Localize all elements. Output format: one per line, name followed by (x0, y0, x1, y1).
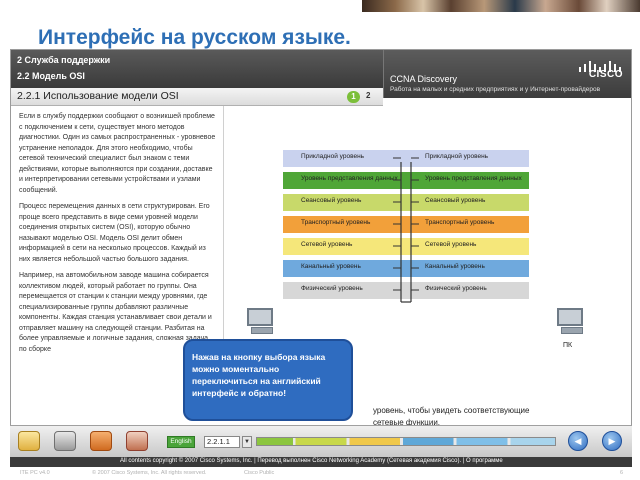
footer-copyright: © 2007 Cisco Systems, Inc. All rights re… (92, 470, 207, 476)
copyright-bar: All contents copyright © 2007 Cisco Syst… (10, 457, 632, 467)
osi-layer-label-right: Канальный уровень (425, 263, 485, 270)
forward-button[interactable]: ▶ (602, 431, 622, 451)
osi-layer-band[interactable]: Сетевой уровень Сетевой уровень (283, 238, 529, 255)
osi-layer-band[interactable]: Сеансовый уровень Сеансовый уровень (283, 194, 529, 211)
copyright-text: All contents copyright © 2007 Cisco Syst… (120, 458, 503, 464)
osi-layer-label-right: Прикладной уровень (425, 153, 489, 160)
search-icon[interactable] (54, 431, 76, 451)
osi-layer-band[interactable]: Транспортный уровень Транспортный уровень (283, 216, 529, 233)
pc-left-icon (247, 308, 277, 336)
slide-title: Интерфейс на русском языке. (38, 26, 351, 49)
callout-text: Нажав на кнопку выбора языка можно момен… (192, 352, 326, 398)
osi-layer-label-left: Физический уровень (301, 285, 363, 292)
course-progress-bar (256, 437, 556, 446)
page-number-field[interactable]: 2.2.1.1 (204, 436, 240, 448)
tools-icon[interactable] (126, 431, 148, 451)
book-icon[interactable] (18, 431, 40, 451)
paragraph: Процесс перемещения данных в сети структ… (19, 203, 210, 263)
paragraph: Если в службу поддержки сообщают о возни… (19, 113, 216, 194)
diagram-caption-line1: уровень, чтобы увидеть соответствующие (373, 406, 530, 415)
course-title: CCNA Discovery (390, 74, 458, 84)
osi-layer-band[interactable]: Физический уровень Физический уровень (283, 282, 529, 299)
bottom-toolbar: English 2.2.1.1 ▼ ◀ ▶ (10, 425, 632, 457)
chapter-link[interactable]: 2 Служба поддержки (17, 55, 110, 65)
page-2-button[interactable]: 2 (366, 91, 370, 100)
osi-layer-label-right: Транспортный уровень (425, 219, 495, 226)
osi-layer-band[interactable]: Канальный уровень Канальный уровень (283, 260, 529, 277)
osi-layer-label-left: Сетевой уровень (301, 241, 353, 248)
osi-layer-label-left: Сеансовый уровень (301, 197, 362, 204)
osi-layer-label-right: Сетевой уровень (425, 241, 477, 248)
section-bar: 2.2.1 Использование модели OSI 1 2 (11, 88, 383, 106)
footer-classification: Cisco Public (244, 470, 275, 476)
osi-layer-band[interactable]: Прикладной уровень Прикладной уровень (283, 150, 529, 167)
back-button[interactable]: ◀ (568, 431, 588, 451)
page-dropdown-icon[interactable]: ▼ (242, 436, 252, 448)
pc-right-icon (557, 308, 587, 336)
info-callout: Нажав на кнопку выбора языка можно момен… (183, 339, 353, 421)
nav-header: 2 Служба поддержки 2.2 Модель OSI (11, 50, 383, 88)
footer-course-code: ITE PC v4.0 (20, 470, 50, 476)
pc-right-label: ПК (563, 342, 573, 349)
osi-layer-label-right: Сеансовый уровень (425, 197, 486, 204)
osi-layer-label-right: Уровень представления данных (425, 175, 522, 182)
lesson-text: Если в службу поддержки сообщают о возни… (19, 112, 217, 361)
glossary-icon[interactable] (90, 431, 112, 451)
osi-layer-band[interactable]: Уровень представления данных Уровень пред… (283, 172, 529, 189)
header-photo-strip (362, 0, 640, 12)
osi-layer-label-left: Уровень представления данных (301, 175, 398, 182)
page-1-button[interactable]: 1 (347, 91, 360, 103)
osi-layer-label-left: Транспортный уровень (301, 219, 371, 226)
osi-layer-label-left: Канальный уровень (301, 263, 361, 270)
osi-layer-label-left: Прикладной уровень (301, 153, 365, 160)
language-toggle-button[interactable]: English (167, 436, 195, 448)
brand-header: CISCO CCNA Discovery Работа на малых и с… (383, 50, 631, 98)
osi-layer-label-right: Физический уровень (425, 285, 487, 292)
footer-page-number: 6 (620, 470, 624, 476)
course-subtitle: Работа на малых и средних предприятиях и… (390, 86, 601, 93)
section-link[interactable]: 2.2 Модель OSI (17, 71, 85, 81)
cisco-wordmark: CISCO (588, 69, 623, 80)
section-title: 2.2.1 Использование модели OSI (17, 90, 179, 102)
